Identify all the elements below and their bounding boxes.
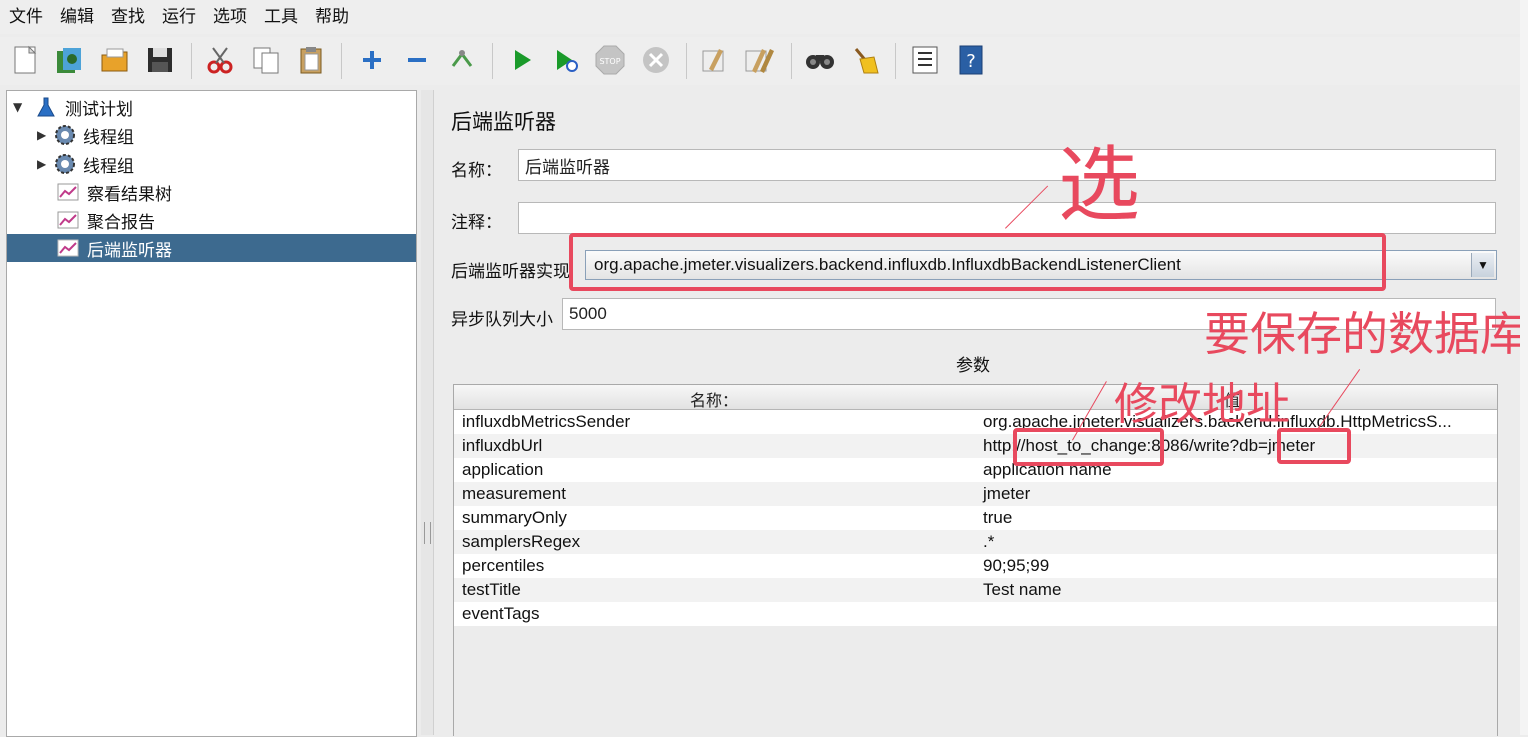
collapsed-arrow-icon[interactable]: ▶ bbox=[37, 128, 51, 142]
help-icon[interactable]: ? bbox=[954, 43, 988, 77]
test-plan-tree: ▼ 测试计划 ▶ 线程组 ▶ 线程组 察看结果树 聚合报告 后端监听器 bbox=[6, 90, 417, 737]
collapsed-arrow-icon[interactable]: ▶ bbox=[37, 157, 51, 171]
column-header-name[interactable]: 名称： bbox=[690, 387, 738, 411]
tree-item-thread-group[interactable]: ▶ 线程组 bbox=[37, 121, 134, 149]
reset-search-icon[interactable] bbox=[848, 43, 882, 77]
menu-run[interactable]: 运行 bbox=[153, 0, 204, 34]
search-icon[interactable] bbox=[803, 43, 837, 77]
menu-search[interactable]: 查找 bbox=[102, 0, 153, 34]
annotation-database-text: 要保存的数据库 bbox=[1204, 307, 1520, 361]
expand-icon[interactable] bbox=[355, 43, 389, 77]
comment-field[interactable] bbox=[518, 202, 1496, 234]
chart-icon bbox=[57, 209, 79, 231]
annotation-box-implementation bbox=[569, 233, 1386, 291]
param-name: percentiles bbox=[462, 556, 545, 575]
param-value: jmeter bbox=[983, 484, 1031, 503]
panel-title: 后端监听器 bbox=[451, 110, 556, 134]
test-plan-icon bbox=[35, 96, 57, 118]
param-name: summaryOnly bbox=[462, 508, 567, 527]
tree-item-label: 察看结果树 bbox=[87, 184, 172, 205]
toggle-icon[interactable] bbox=[445, 43, 479, 77]
menu-tools[interactable]: 工具 bbox=[255, 0, 306, 34]
chevron-down-icon[interactable]: ▼ bbox=[1471, 253, 1494, 277]
shutdown-icon[interactable] bbox=[639, 43, 673, 77]
implementation-label: 后端监听器实现 bbox=[451, 262, 570, 282]
open-icon[interactable] bbox=[98, 43, 132, 77]
param-value: true bbox=[983, 508, 1013, 527]
annotation-select-text: 选 bbox=[1058, 138, 1141, 233]
svg-text:STOP: STOP bbox=[599, 57, 620, 66]
tree-item-label: 线程组 bbox=[83, 127, 134, 148]
backend-listener-panel: 后端监听器 名称： 后端监听器 注释： 后端监听器实现 org.apache.j… bbox=[433, 90, 1521, 736]
param-name: samplersRegex bbox=[462, 532, 581, 551]
chart-icon bbox=[57, 237, 79, 259]
tree-item-backend-listener[interactable]: 后端监听器 bbox=[7, 234, 416, 262]
comment-label: 注释： bbox=[451, 213, 502, 233]
gear-icon bbox=[53, 153, 75, 175]
param-name: measurement bbox=[462, 484, 566, 503]
paste-icon[interactable] bbox=[295, 43, 329, 77]
param-name: eventTags bbox=[462, 604, 540, 623]
tree-item-aggregate-report[interactable]: 聚合报告 bbox=[57, 206, 155, 234]
param-name: application bbox=[462, 460, 544, 479]
param-value: 90;95;99 bbox=[983, 556, 1050, 575]
param-value: .* bbox=[983, 532, 995, 551]
table-row[interactable]: samplersRegex .* bbox=[454, 530, 1497, 554]
tree-item-view-results-tree[interactable]: 察看结果树 bbox=[57, 178, 172, 206]
table-row[interactable]: testTitle Test name bbox=[454, 578, 1497, 602]
start-no-timers-icon[interactable] bbox=[549, 43, 583, 77]
tree-item-label: 后端监听器 bbox=[87, 240, 172, 261]
table-row[interactable]: percentiles 90;95;99 bbox=[454, 554, 1497, 578]
clear-all-icon[interactable] bbox=[743, 43, 777, 77]
cut-icon[interactable] bbox=[203, 43, 237, 77]
annotation-box-database bbox=[1277, 428, 1351, 464]
templates-icon[interactable] bbox=[52, 43, 86, 77]
split-divider[interactable] bbox=[421, 90, 433, 735]
start-icon[interactable] bbox=[505, 43, 539, 77]
menu-file[interactable]: 文件 bbox=[0, 0, 51, 34]
stop-icon[interactable]: STOP bbox=[593, 43, 627, 77]
menu-options[interactable]: 选项 bbox=[204, 0, 255, 34]
clear-icon[interactable] bbox=[697, 43, 731, 77]
annotation-box-host bbox=[1013, 428, 1164, 466]
param-name: testTitle bbox=[462, 580, 521, 599]
function-helper-icon[interactable] bbox=[908, 43, 942, 77]
window-edge bbox=[1520, 0, 1528, 735]
menu-help[interactable]: 帮助 bbox=[306, 0, 357, 34]
queue-size-label: 异步队列大小 bbox=[451, 310, 553, 330]
table-row[interactable]: eventTags bbox=[454, 602, 1497, 626]
param-name: influxdbMetricsSender bbox=[462, 412, 631, 431]
expanded-arrow-icon[interactable]: ▼ bbox=[13, 100, 27, 114]
name-field[interactable]: 后端监听器 bbox=[518, 149, 1496, 181]
name-label: 名称： bbox=[451, 161, 502, 181]
gear-icon bbox=[53, 124, 75, 146]
copy-icon[interactable] bbox=[249, 43, 283, 77]
save-icon[interactable] bbox=[143, 43, 177, 77]
tree-item-test-plan[interactable]: ▼ 测试计划 bbox=[13, 93, 133, 121]
param-value: Test name bbox=[983, 580, 1062, 599]
tree-item-label: 线程组 bbox=[83, 156, 134, 177]
table-row[interactable]: summaryOnly true bbox=[454, 506, 1497, 530]
collapse-icon[interactable] bbox=[400, 43, 434, 77]
tree-item-thread-group[interactable]: ▶ 线程组 bbox=[37, 150, 134, 178]
parameters-label: 参数 bbox=[956, 356, 990, 376]
menu-bar: 文件 编辑 查找 运行 选项 工具 帮助 bbox=[0, 0, 1528, 34]
toolbar: STOP ? bbox=[0, 37, 1520, 85]
chart-icon bbox=[57, 181, 79, 203]
annotation-change-address-text: 修改地址 bbox=[1114, 379, 1290, 430]
tree-item-label: 测试计划 bbox=[65, 99, 133, 120]
tree-item-label: 聚合报告 bbox=[87, 212, 155, 233]
menu-edit[interactable]: 编辑 bbox=[51, 0, 102, 34]
svg-text:?: ? bbox=[966, 51, 976, 72]
new-icon[interactable] bbox=[9, 43, 43, 77]
table-row[interactable]: measurement jmeter bbox=[454, 482, 1497, 506]
param-name: influxdbUrl bbox=[462, 436, 543, 455]
